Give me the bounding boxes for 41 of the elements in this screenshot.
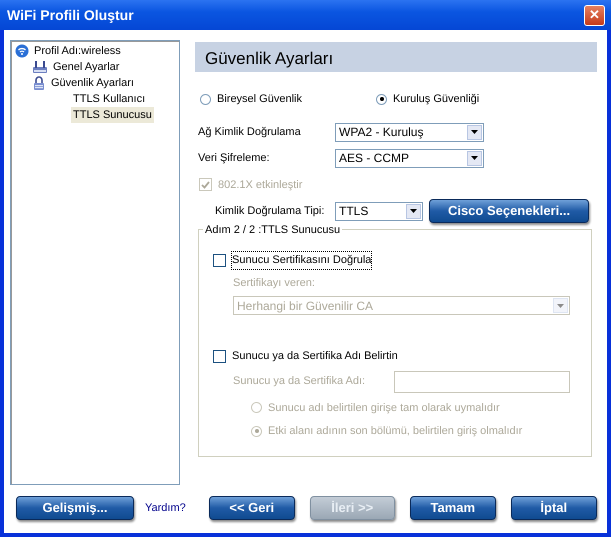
help-link[interactable]: Yardım? [145, 500, 186, 516]
field-label: Sunucu ya da Sertifika Adı: [233, 374, 366, 390]
tree-item[interactable]: TTLS Kullanıcı [71, 90, 148, 108]
checkbox-label: Sunucu Sertifikasını Doğrula [232, 252, 372, 268]
caret-icon [471, 130, 478, 134]
caret-icon [410, 209, 417, 213]
radio-button[interactable] [376, 94, 387, 105]
radio-label: Sunucu adı belirtilen girişe tam olarak uymalıdır [268, 400, 500, 416]
footer-button[interactable]: << Geri [208, 496, 295, 520]
radio-button[interactable] [200, 94, 211, 105]
footer-button: İleri >> [310, 496, 395, 520]
field-label: Kimlik Doğrulama Tipi: [215, 204, 326, 219]
tree-item[interactable]: Genel Ayarlar [51, 58, 122, 76]
radio-label: Bireysel Güvenlik [217, 92, 302, 107]
caret-icon [471, 156, 478, 160]
dropdown[interactable]: WPA2 - Kuruluş [335, 122, 484, 142]
checkbox[interactable] [213, 350, 226, 363]
checkbox[interactable] [213, 254, 226, 267]
dropdown[interactable]: TTLS [335, 202, 423, 220]
window-title: WiFi Profili Oluştur [7, 6, 134, 25]
checkbox-label: 802.1X etkinleştir [218, 178, 302, 192]
cisco-options-button[interactable]: Cisco Seçenekleri... [429, 199, 589, 223]
field-label: Ağ Kimlik Doğrulama [198, 124, 302, 140]
tree-item[interactable]: TTLS Sunucusu [71, 106, 154, 124]
dropdown[interactable]: AES - CCMP [335, 148, 484, 168]
router-icon [32, 60, 48, 74]
tree-item[interactable]: Profil Adı:wireless [32, 42, 123, 60]
footer-button[interactable]: İptal [510, 496, 597, 520]
field-label: Sertifikayı veren: [233, 276, 316, 290]
lock-icon [32, 76, 46, 90]
footer-button[interactable]: Tamam [410, 496, 496, 520]
wifi-icon [15, 44, 29, 58]
radio-label: Etki alanı adının son bölümü, belirtilen giriş olmalıdır [268, 424, 522, 439]
field-label: Veri Şifreleme: [198, 150, 271, 166]
section-header: Güvenlik Ayarları [195, 42, 597, 72]
radio-label: Kuruluş Güvenliği [393, 92, 480, 107]
tree-item[interactable]: Güvenlik Ayarları [49, 74, 136, 92]
footer-button[interactable]: Gelişmiş... [16, 496, 134, 520]
checkbox-label: Sunucu ya da Sertifika Adı Belirtin [232, 349, 398, 364]
close-button[interactable]: ✕ [584, 4, 605, 26]
caret-icon [557, 304, 564, 308]
